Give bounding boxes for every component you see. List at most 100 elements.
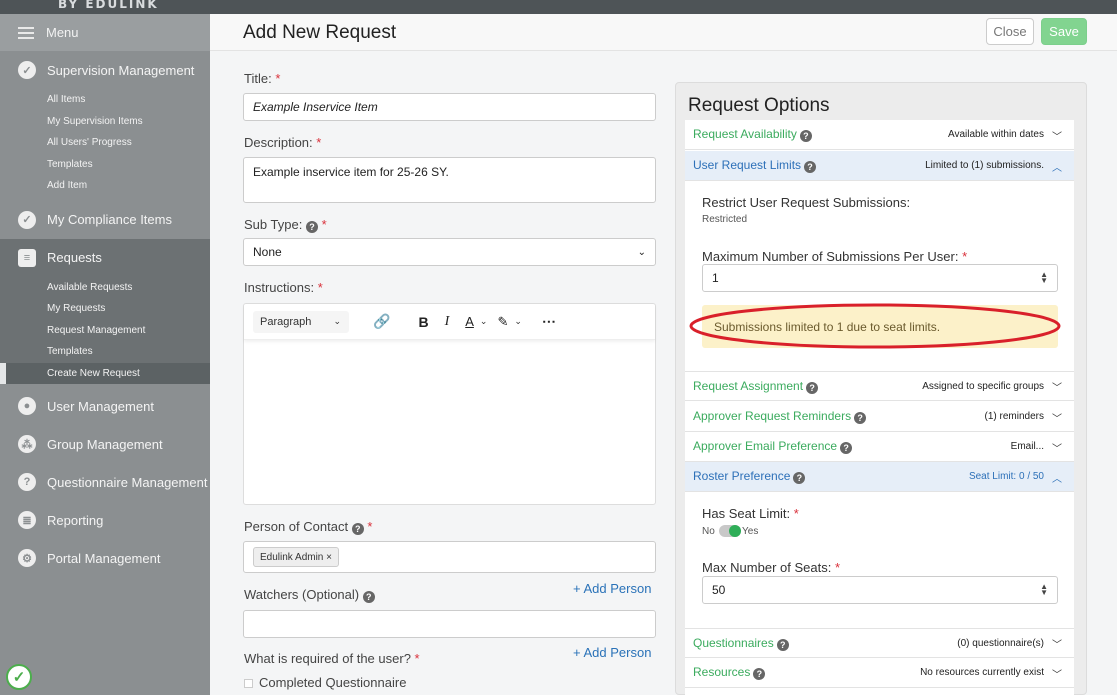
max-submissions-input[interactable]: 1 ▲ ▼ [702,264,1058,292]
check-circle-icon: ✓ [18,210,36,229]
help-icon: ? [799,130,812,142]
option-user-request-limits[interactable]: User Request Limits? Limited to (1) subm… [685,151,1074,181]
option-roster-preference[interactable]: Roster Preference? Seat Limit: 0 / 50 ︿ [685,462,1074,492]
help-icon: ? [804,161,817,173]
completed-questionnaire-label: Completed Questionnaire [259,675,407,690]
chevron-up-icon: ︿ [1052,473,1062,485]
restrict-label: Restrict User Request Submissions: [702,195,911,210]
highlight-circle-annotation [689,303,1061,349]
sub-my-requests[interactable]: My Requests [0,298,210,320]
paragraph-format-select[interactable]: Paragraph ⌄ [253,310,349,333]
nav-supervision-management[interactable]: ✓ Supervision Management [0,51,210,89]
toggle-yes-label: Yes [742,526,759,537]
option-approver-email-preference[interactable]: Approver Email Preference? Email... ﹀ [685,432,1074,462]
sub-supervision-templates[interactable]: Templates [0,154,210,176]
stepper-icon[interactable]: ▲ ▼ [1040,271,1048,285]
chevron-down-icon[interactable]: ⌄ [480,316,488,327]
nav-group-management[interactable]: ⁂ Group Management [0,425,210,463]
help-icon: ? [305,221,318,233]
brand-logo: BY EDULINK [58,0,159,11]
document-icon: ≡ [18,248,36,267]
nav-label: Requests [47,250,102,265]
help-icon: ? [776,638,789,651]
save-button[interactable]: Save [1041,18,1087,45]
chevron-down-icon: ﹀ [1052,669,1062,681]
restrict-value: Restricted [702,214,748,225]
option-approver-reminders[interactable]: Approver Request Reminders? (1) reminder… [685,402,1074,432]
nav-questionnaire-management[interactable]: ? Questionnaire Management [0,463,210,501]
nav-my-compliance-items[interactable]: ✓ My Compliance Items [0,201,210,239]
help-icon: ? [351,523,364,535]
contact-tag[interactable]: Edulink Admin × [253,547,339,567]
group-icon: ⁂ [18,435,36,453]
option-questionnaires[interactable]: Questionnaires? (0) questionnaire(s) ﹀ [685,628,1074,658]
more-options-icon[interactable]: ⋯ [542,313,556,330]
nav-label: Questionnaire Management [47,474,208,490]
seat-limit-toggle[interactable] [719,525,741,537]
bold-icon[interactable]: B [418,314,428,330]
link-icon[interactable]: 🔗 [373,313,390,330]
status-check-icon[interactable]: ✓ [6,664,32,690]
seat-limit-label: Has Seat Limit: * [702,506,799,521]
title-input[interactable]: Example Inservice Item [243,93,656,121]
nav-label: User Management [47,398,154,414]
help-icon: ? [362,591,375,603]
option-request-availability[interactable]: Request Availability? Available within d… [685,120,1074,150]
chevron-down-icon: ﹀ [1052,443,1062,455]
max-seats-input[interactable]: 50 ▲ ▼ [702,576,1058,604]
instructions-label: Instructions: * [244,280,323,295]
chevron-down-icon: ⌄ [637,246,646,258]
nav-requests[interactable]: ≡ Requests [0,238,210,277]
hamburger-icon [18,24,34,42]
menu-toggle[interactable]: Menu [0,14,210,51]
description-textarea[interactable]: Example inservice item for 25-26 SY. [243,157,656,203]
nav-portal-management[interactable]: ⚙ Portal Management [0,539,210,577]
help-icon: ? [753,668,766,680]
gear-icon: ⚙ [18,549,36,567]
top-strip: BY EDULINK [0,0,1117,14]
requests-submenu: Available Requests My Requests Request M… [0,276,210,384]
sub-create-new-request[interactable]: Create New Request [0,362,210,384]
required-label: What is required of the user? * [244,651,420,666]
instructions-editor[interactable]: Paragraph ⌄ 🔗 B I A ⌄ ✎ ⌄ ⋯ [243,303,656,505]
close-button[interactable]: Close [986,18,1034,45]
completed-questionnaire-checkbox[interactable] [244,679,253,688]
sub-my-supervision-items[interactable]: My Supervision Items [0,111,210,133]
add-person-link[interactable]: + Add Person [573,581,651,596]
font-color-icon[interactable]: A [465,314,474,329]
toggle-no-label: No [702,526,715,537]
description-label: Description: * [244,135,322,150]
italic-icon[interactable]: I [445,314,450,330]
nav-user-management[interactable]: ● User Management [0,387,210,425]
highlight-icon[interactable]: ✎ [497,314,508,330]
toggle-knob [729,525,741,537]
subtype-select[interactable]: None ⌄ [243,238,656,266]
nav-label: Supervision Management [47,62,195,78]
user-icon: ● [18,397,36,415]
sub-request-templates[interactable]: Templates [0,341,210,363]
option-request-assignment[interactable]: Request Assignment? Assigned to specific… [685,371,1074,401]
remove-icon: × [326,551,332,563]
sub-add-item[interactable]: Add Item [0,175,210,197]
report-icon: ≣ [18,511,36,529]
sub-all-items[interactable]: All Items [0,89,210,111]
chevron-down-icon[interactable]: ⌄ [514,316,522,327]
add-watcher-link[interactable]: + Add Person [573,645,651,660]
chevron-down-icon: ﹀ [1052,413,1062,425]
sub-request-management[interactable]: Request Management [0,320,210,342]
sub-available-requests[interactable]: Available Requests [0,277,210,299]
sidebar: Menu ✓ Supervision Management All Items … [0,14,210,695]
nav-label: Group Management [47,436,163,452]
chevron-up-icon: ︿ [1052,162,1062,174]
watchers-label: Watchers (Optional) ? [244,587,375,603]
title-label: Title: * [244,71,281,86]
stepper-icon[interactable]: ▲ ▼ [1040,583,1048,597]
question-icon: ? [18,473,36,491]
help-icon: ? [840,442,853,454]
chevron-down-icon: ﹀ [1052,640,1062,651]
nav-reporting[interactable]: ≣ Reporting [0,501,210,539]
sub-all-users-progress[interactable]: All Users' Progress [0,132,210,154]
option-resources[interactable]: Resources? No resources currently exist … [685,658,1074,688]
nav-label: My Compliance Items [47,212,172,227]
watchers-input[interactable] [243,610,656,638]
